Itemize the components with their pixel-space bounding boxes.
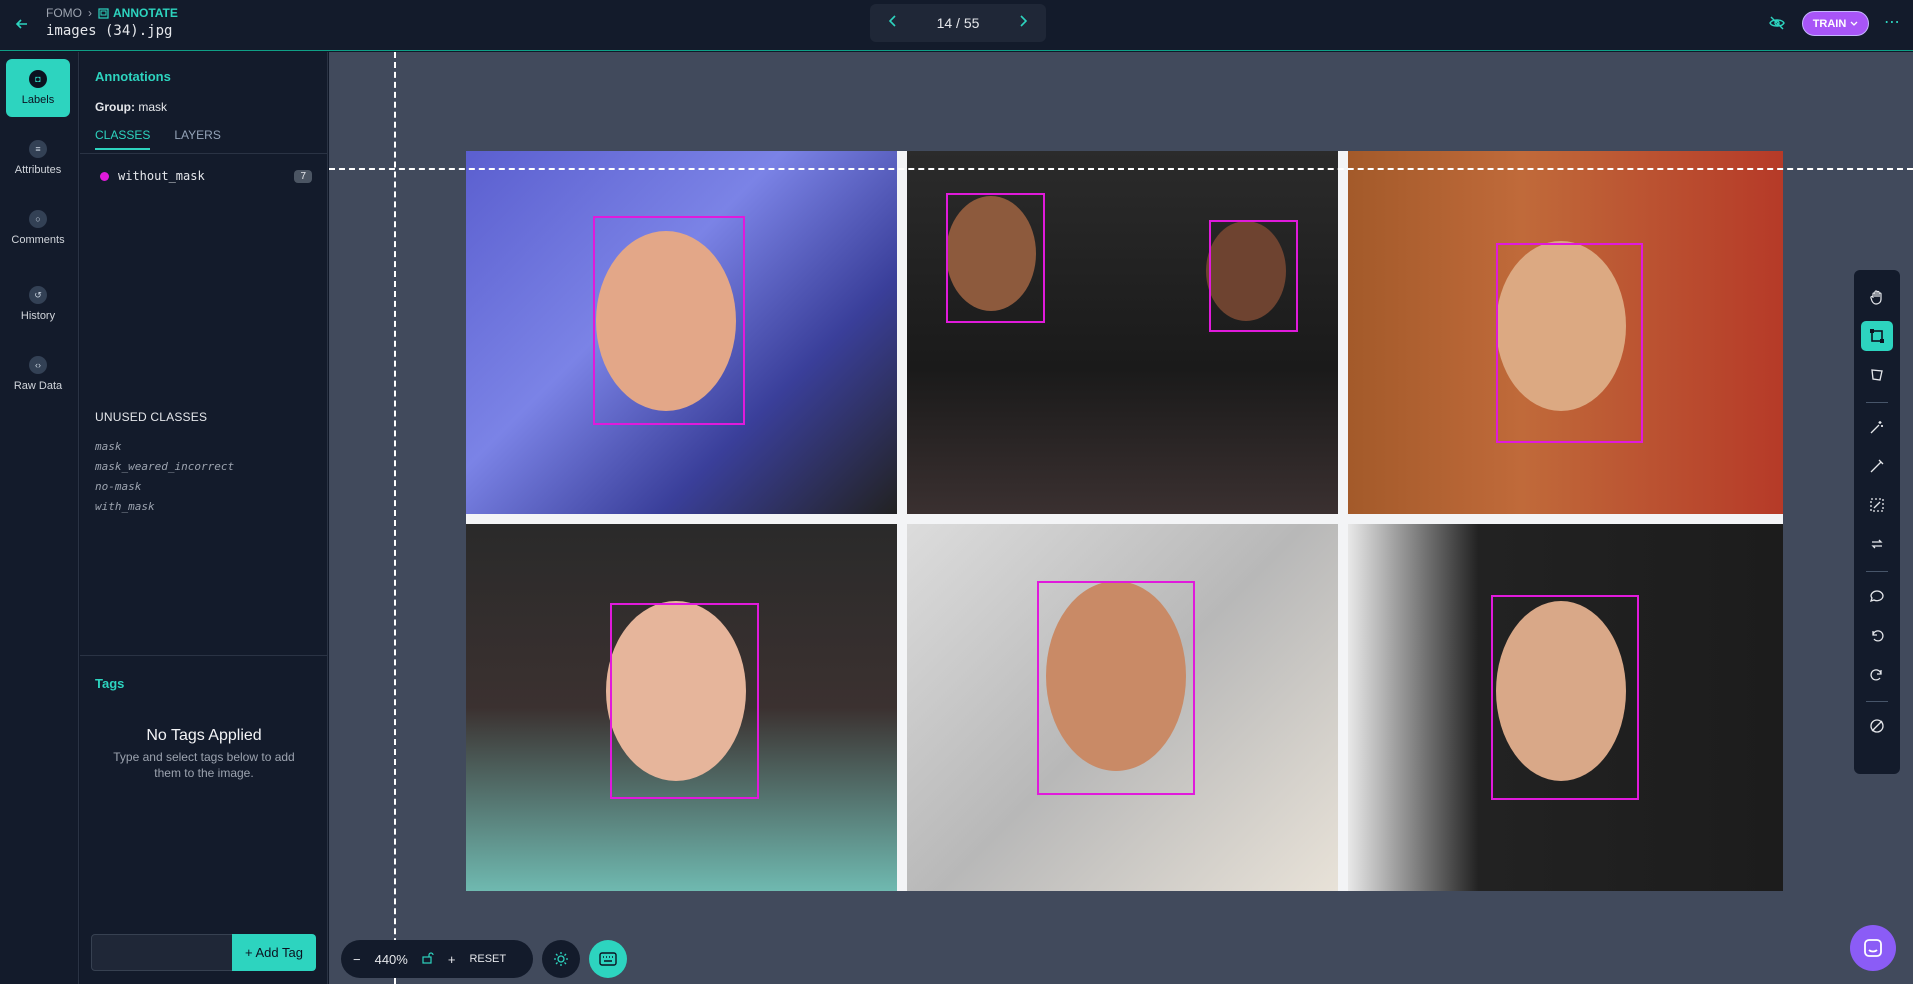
tag-input[interactable] [91, 934, 233, 971]
pan-hand-icon[interactable] [1861, 282, 1893, 312]
polygon-tool-icon[interactable] [1861, 360, 1893, 390]
bounding-box-without-mask[interactable] [1491, 595, 1639, 800]
nav-labels[interactable]: ◘ Labels [6, 59, 70, 117]
unused-classes-title: UNUSED CLASSES [95, 410, 208, 424]
sun-icon [554, 952, 568, 966]
zoom-out-icon[interactable]: − [353, 952, 361, 967]
nav-attributes[interactable]: ≡ Attributes [6, 129, 70, 187]
image-pager: 14 / 55 [870, 4, 1046, 42]
history-icon: ↺ [29, 286, 47, 304]
eye-off-icon[interactable] [1768, 14, 1786, 32]
auto-label-icon[interactable] [1861, 412, 1893, 442]
back-arrow-icon[interactable] [12, 14, 32, 34]
unused-class-item[interactable]: mask_weared_incorrect [95, 457, 234, 477]
undo-icon[interactable] [1861, 620, 1893, 650]
group-value: mask [138, 100, 168, 114]
class-name: without_mask [118, 169, 205, 183]
no-tags-title: No Tags Applied [146, 727, 262, 744]
tag-icon: ◘ [29, 70, 47, 88]
bounding-box-without-mask[interactable] [610, 603, 759, 799]
hide-annotations-icon[interactable] [1861, 711, 1893, 741]
reset-zoom-button[interactable]: RESET [469, 953, 506, 965]
list-icon: ≡ [29, 140, 47, 158]
keyboard-shortcuts-button[interactable] [589, 940, 627, 978]
bounding-box-without-mask[interactable] [1496, 243, 1643, 443]
unused-class-item[interactable]: with_mask [95, 497, 234, 517]
tool-separator [1866, 402, 1888, 403]
train-button[interactable]: TRAIN [1802, 11, 1869, 36]
top-bar: FOMO › ANNOTATE images (34).jpg 14 / 55 … [0, 0, 1913, 51]
keyboard-icon [599, 952, 617, 966]
chevron-right-icon: › [88, 6, 92, 20]
pager-count: 14 / 55 [936, 15, 980, 31]
zoom-controls: − 440% + RESET [341, 940, 533, 978]
bounding-box-without-mask[interactable] [593, 216, 745, 425]
unused-class-item[interactable]: mask [95, 437, 234, 457]
chat-icon [1864, 939, 1882, 957]
brightness-button[interactable] [542, 940, 580, 978]
bounding-box-tool-icon[interactable] [1861, 321, 1893, 351]
tags-title: Tags [95, 676, 125, 691]
next-image-icon[interactable] [1018, 14, 1028, 32]
crosshair-vertical-guide [394, 52, 396, 984]
crosshair-horizontal-guide [329, 168, 1913, 170]
breadcrumb-current: ANNOTATE [98, 6, 178, 20]
left-nav: ◘ Labels ≡ Attributes ○ Comments ↺ Histo… [0, 52, 79, 984]
class-row-without-mask[interactable]: without_mask 7 [100, 169, 312, 183]
redo-icon[interactable] [1861, 659, 1893, 689]
more-options-icon[interactable]: ⋯ [1884, 12, 1901, 32]
zoom-in-icon[interactable]: + [448, 952, 456, 967]
zoom-level: 440% [374, 951, 408, 967]
panel-tabs: CLASSES LAYERS [95, 128, 221, 150]
group-line: Group: mask [95, 100, 168, 114]
breadcrumb-root[interactable]: FOMO [46, 6, 82, 20]
comment-tool-icon[interactable] [1861, 581, 1893, 611]
code-icon: ‹› [29, 356, 47, 374]
annotate-icon [98, 7, 109, 19]
file-name: images (34).jpg [46, 23, 173, 39]
unlock-icon[interactable] [422, 951, 434, 967]
annotations-panel: Annotations Group: mask CLASSES LAYERS w… [80, 52, 328, 984]
nav-raw-data[interactable]: ‹› Raw Data [6, 345, 70, 403]
bounding-box-without-mask[interactable] [1209, 220, 1298, 332]
unused-classes-list: mask mask_weared_incorrect no-mask with_… [95, 437, 234, 517]
tool-separator [1866, 571, 1888, 572]
sync-icon[interactable] [1861, 529, 1893, 559]
nav-comments[interactable]: ○ Comments [6, 199, 70, 257]
no-tags-subtitle: Type and select tags below to add them t… [113, 750, 295, 780]
support-chat-button[interactable] [1850, 925, 1896, 971]
unused-class-item[interactable]: no-mask [95, 477, 234, 497]
panel-title: Annotations [95, 69, 171, 84]
bounding-box-without-mask[interactable] [946, 193, 1045, 323]
breadcrumb: FOMO › ANNOTATE [46, 6, 178, 20]
annotated-image [466, 151, 1783, 891]
tabs-divider [80, 153, 328, 154]
add-tag-button[interactable]: + Add Tag [232, 934, 316, 971]
comment-icon: ○ [29, 210, 47, 228]
annotation-canvas[interactable] [329, 52, 1913, 984]
tab-classes[interactable]: CLASSES [95, 128, 151, 150]
transform-icon[interactable] [1861, 490, 1893, 520]
class-color-dot [100, 171, 109, 181]
chevron-down-icon [1850, 21, 1858, 26]
class-count-badge: 7 [294, 169, 312, 183]
tool-palette [1854, 270, 1900, 774]
panel-divider [80, 655, 328, 656]
tool-separator [1866, 701, 1888, 702]
nav-history[interactable]: ↺ History [6, 275, 70, 333]
bounding-box-without-mask[interactable] [1037, 581, 1195, 795]
tab-layers[interactable]: LAYERS [174, 128, 220, 150]
magic-wand-icon[interactable] [1861, 451, 1893, 481]
prev-image-icon[interactable] [888, 14, 898, 32]
